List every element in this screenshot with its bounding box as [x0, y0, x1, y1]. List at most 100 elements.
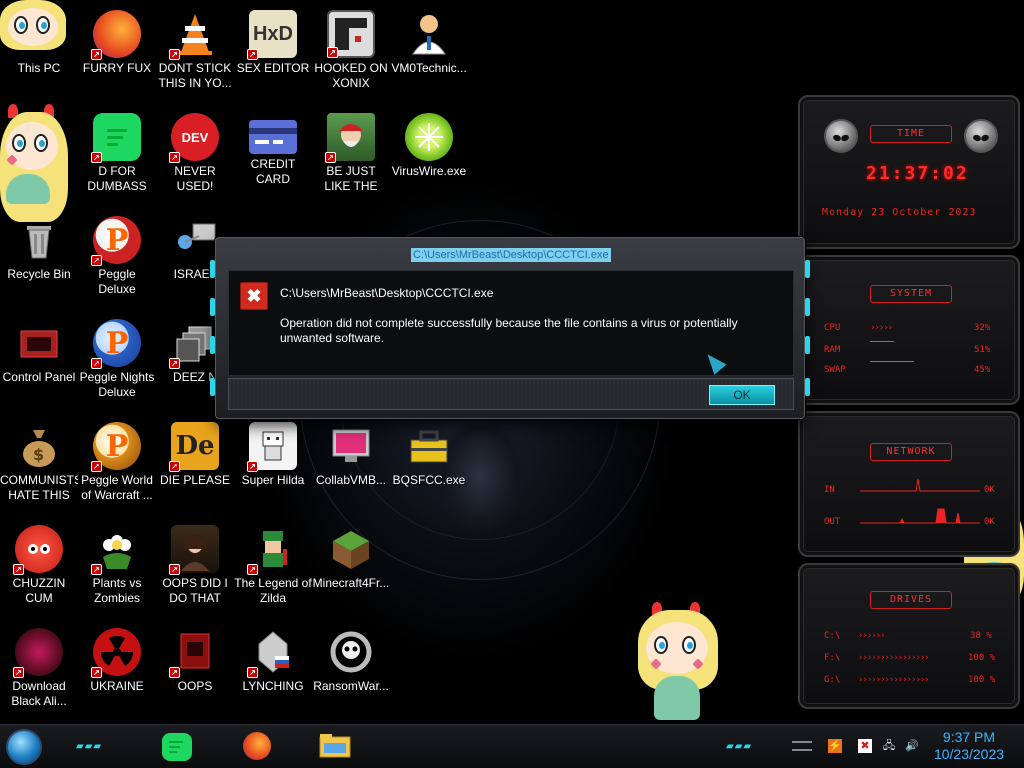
desktop-icon-lynching[interactable]: ↗ LYNCHING [234, 622, 312, 720]
desktop-icon-control-panel[interactable]: Control Panel [0, 313, 78, 411]
hxd-editor-icon: HxD ↗ [247, 10, 297, 60]
swap-label: SWAP [824, 365, 846, 375]
spotify-like-icon: ↗ [91, 113, 141, 163]
icon-label: VM0Technic... [391, 61, 467, 75]
minecraft-grass-icon [327, 525, 375, 573]
swap-value: 45% [974, 365, 991, 375]
icon-label: VirusWire.exe [391, 164, 467, 178]
peggle-nights-icon: P ↗ [91, 319, 141, 369]
drive-f-label: F:\ [824, 653, 841, 663]
desktop-icon-dont-stick[interactable]: ↗ DONT STICK THIS IN YO... [156, 4, 234, 102]
start-button[interactable] [6, 729, 42, 765]
time-widget: TIME 21:37:02 Monday 23 October 2023 [798, 95, 1020, 249]
drive-f-value: 100 % [968, 653, 996, 663]
taskbar-app-file-explorer[interactable] [318, 731, 352, 761]
pixel-character-icon: ↗ [247, 422, 297, 472]
icon-label: D FOR DUMBASS [87, 164, 147, 193]
dialog-side-led [210, 336, 215, 354]
icon-label: Peggle World of Warcraft ... [81, 473, 153, 502]
black-alien-icon: ↗ [13, 628, 63, 678]
desktop-icon-legend-of-zilda[interactable]: ↗ The Legend of Zilda [234, 519, 312, 617]
radiation-icon: ↗ [91, 628, 141, 678]
show-hidden-icons-button[interactable] [792, 741, 812, 751]
desktop-icon-d-for-dumbass[interactable]: ↗ D FOR DUMBASS [78, 107, 156, 205]
ram-graph [870, 341, 894, 342]
icon-label: Peggle Deluxe [98, 267, 136, 296]
desktop-icon-chuzzin-cum[interactable]: ↗ CHUZZIN CUM [0, 519, 78, 617]
icon-label: DONT STICK THIS IN YO... [158, 61, 232, 90]
desktop-icon-plants-vs-zombies[interactable]: ↗ Plants vs Zombies [78, 519, 156, 617]
desktop-icon-vm0technic[interactable]: VM0Technic... [390, 4, 468, 102]
dialog-side-led [805, 378, 810, 396]
icon-label: Plants vs Zombies [92, 576, 142, 605]
peggle-wow-icon: P ↗ [91, 422, 141, 472]
language-icon[interactable]: ⚡ [828, 739, 842, 753]
error-dialog[interactable]: C:\Users\MrBeast\Desktop\CCCTCI.exe ✖ C:… [210, 237, 810, 419]
desktop-icon-collabvmb[interactable]: CollabVMB... [312, 416, 390, 514]
icon-label: SEX EDITOR [236, 61, 310, 75]
dialog-message: Operation did not complete successfully … [280, 316, 738, 345]
icon-label: BQSFCC.exe [392, 473, 466, 487]
desktop-icon-ransomware[interactable]: RansomWar... [312, 622, 390, 720]
desktop-icon-oops[interactable]: ↗ OOPS [156, 622, 234, 720]
desktop-icon-viruswire[interactable]: VirusWire.exe [390, 107, 468, 205]
icon-label: UKRAINE [90, 679, 144, 693]
icon-label: Minecraft4Fr... [312, 576, 390, 590]
desktop-icon-never-used[interactable]: DEV ↗ NEVER USED! [156, 107, 234, 205]
desktop-icon-communists[interactable]: $ COMMUNISTS HATE THIS G... [0, 416, 78, 514]
money-bag-icon: $ [15, 422, 63, 470]
security-flag-icon[interactable]: ✖ [858, 739, 872, 753]
volume-icon[interactable]: 🔊 [905, 739, 919, 753]
desktop-icon-credit-card-checker[interactable]: CREDIT CARD CHECKER [234, 107, 312, 205]
network-in-label: IN [824, 485, 835, 495]
taskbar-clock[interactable]: 9:37 PM 10/23/2023 [924, 729, 1014, 763]
icon-label: This PC [17, 61, 61, 75]
desktop-icon-sex-editor[interactable]: HxD ↗ SEX EDITOR [234, 4, 312, 102]
drive-g-label: G:\ [824, 675, 841, 685]
network-widget-header: NETWORK [870, 443, 952, 461]
desktop-icon-recycle-bin[interactable]: Recycle Bin [0, 210, 78, 308]
icon-label: The Legend of Zilda [234, 576, 312, 605]
icon-label: Recycle Bin [7, 267, 71, 281]
alien-head-icon [824, 119, 858, 153]
desktop-icon-hooked-on-xonix[interactable]: ↗ HOOKED ON XONIX [312, 4, 390, 102]
clock-time: 9:37 PM [942, 729, 996, 745]
monitor-icon [327, 422, 375, 470]
desktop-icon-ukraine[interactable]: ↗ UKRAINE [78, 622, 156, 720]
system-widget-header: SYSTEM [870, 285, 952, 303]
desktop-icon-download-black-alien[interactable]: ↗ Download Black Ali... [0, 622, 78, 720]
icon-label: DIE PLEASE [159, 473, 231, 487]
red-book-icon: ↗ [169, 628, 219, 678]
lynching-flag-icon: ↗ [247, 628, 297, 678]
system-widget: SYSTEM CPU ››››› 32% RAM 51% SWAP 45% [798, 255, 1020, 405]
desktop-icon-furry-fux[interactable]: ↗ FURRY FUX [78, 4, 156, 102]
desktop-icon-be-just-like-the-dude[interactable]: ↗ BE JUST LIKE THE DUDE! [312, 107, 390, 205]
firefox-icon: ↗ [91, 10, 141, 60]
taskbar-app-spotify-like[interactable] [162, 733, 192, 761]
desktop-icon-oops-did-i-do-that[interactable]: ↗ OOPS DID I DO THAT [156, 519, 234, 617]
desktop-icon-die-please[interactable]: De ↗ DIE PLEASE [156, 416, 234, 514]
taskbar-app-firefox[interactable] [240, 731, 274, 761]
dialog-title: C:\Users\MrBeast\Desktop\CCCTCI.exe [411, 248, 611, 262]
drive-g-value: 100 % [968, 675, 996, 685]
control-panel-icon [15, 319, 63, 367]
drives-widget-header: DRIVES [870, 591, 952, 609]
drive-f-bar: ›››››››››››››››› [858, 653, 930, 663]
ok-button[interactable]: OK [709, 385, 775, 405]
dialog-heading: C:\Users\MrBeast\Desktop\CCCTCI.exe [280, 286, 494, 300]
desktop-icon-super-hilda[interactable]: ↗ Super Hilda [234, 416, 312, 514]
desktop-icon-bqsfcc[interactable]: BQSFCC.exe [390, 416, 468, 514]
credit-card-icon [249, 120, 297, 154]
desktop-icon-peggle-nights[interactable]: P ↗ Peggle Nights Deluxe [78, 313, 156, 411]
desktop-icon-peggle-deluxe[interactable]: P ↗ Peggle Deluxe [78, 210, 156, 308]
drive-c-label: C:\ [824, 631, 841, 641]
desktop-icon-minecraft4fr[interactable]: Minecraft4Fr... [312, 519, 390, 617]
drive-g-bar: ›››››››››››››››› [858, 675, 930, 685]
icon-label: Download Black Ali... [11, 679, 67, 708]
taskbar-led-right: ▰▰▰ [726, 741, 753, 752]
icon-label: CHUZZIN CUM [12, 576, 66, 605]
desktop-icon-peggle-wow[interactable]: P ↗ Peggle World of Warcraft ... [78, 416, 156, 514]
network-tray-icon[interactable]: 🖧 [882, 739, 896, 753]
dev-cpp-icon: DEV ↗ [169, 113, 219, 163]
time-widget-clock: 21:37:02 [866, 163, 969, 184]
